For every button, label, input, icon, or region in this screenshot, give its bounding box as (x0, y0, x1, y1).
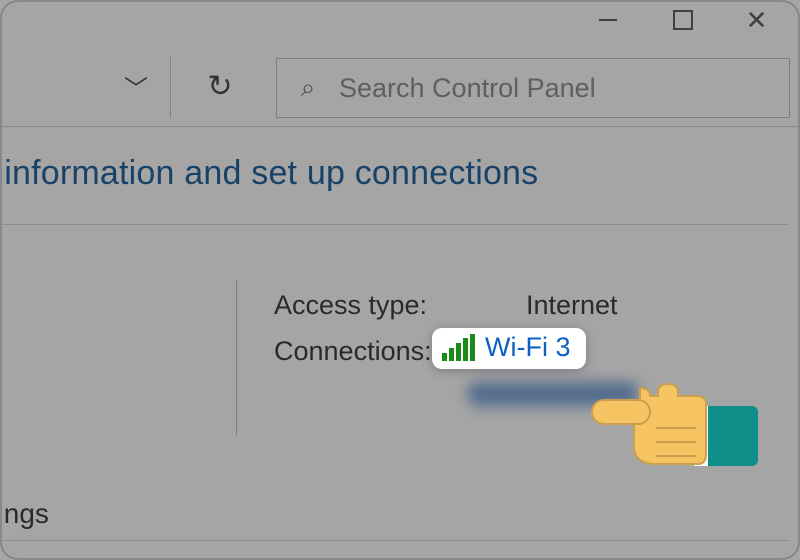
page-heading: work information and set up connections (0, 154, 538, 193)
refresh-icon: ↻ (207, 69, 232, 104)
search-placeholder: Search Control Panel (339, 73, 789, 104)
close-button[interactable]: ✕ (719, 0, 794, 40)
divider (0, 540, 788, 541)
divider (0, 224, 788, 225)
pointing-hand-icon (590, 340, 760, 495)
divider (236, 280, 237, 435)
minimize-button[interactable] (570, 0, 645, 40)
settings-heading-fragment: ttings (0, 498, 49, 530)
window-titlebar: ✕ (0, 0, 800, 50)
connection-link-label: Wi-Fi 3 (485, 332, 570, 363)
wifi-signal-icon (442, 335, 475, 361)
divider (0, 126, 800, 127)
access-type-value: Internet (526, 290, 618, 321)
chevron-down-icon: ﹀ (124, 69, 148, 104)
connections-label: Connections: (274, 336, 432, 367)
search-input[interactable]: ⌕ Search Control Panel (276, 58, 790, 118)
maximize-button[interactable] (645, 0, 720, 40)
connection-link[interactable]: Wi-Fi 3 (432, 328, 586, 369)
toolbar-separator (170, 56, 171, 118)
refresh-button[interactable]: ↻ (196, 62, 244, 110)
address-toolbar: er ﹀ ↻ ⌕ Search Control Panel (0, 54, 800, 122)
search-icon: ⌕ (277, 72, 339, 104)
access-type-label: Access type: (274, 290, 427, 321)
breadcrumb-dropdown[interactable]: ﹀ (112, 62, 160, 110)
